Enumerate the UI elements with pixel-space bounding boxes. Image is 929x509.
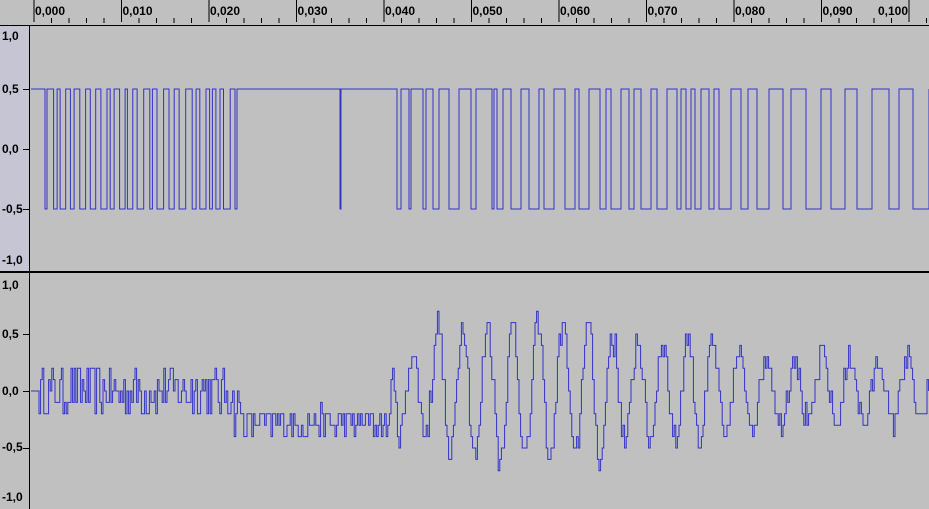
- waveform-line: [31, 88, 929, 210]
- scale-label-min: -1,0: [2, 490, 23, 504]
- ruler-tick-label: 0,050: [473, 4, 503, 18]
- ruler-tick-label: 0,080: [735, 4, 765, 18]
- waveform: [31, 310, 929, 472]
- waveform-area[interactable]: [31, 26, 929, 271]
- waveform-line: [31, 310, 929, 472]
- scale-label-neg-half: -0,5: [2, 202, 23, 216]
- waveform: [31, 88, 929, 210]
- timeline-ruler[interactable]: 0,000 0,010 0,020 0,030 0,040 0,050 0,060 0,070…: [0, 0, 929, 26]
- scale-label-neg-half: -0,5: [2, 440, 23, 454]
- scale-label-zero: 0,0: [2, 142, 19, 156]
- scale-label-max: 1,0: [2, 29, 19, 43]
- scale-tick: [23, 334, 29, 335]
- scale-label-zero: 0,0: [2, 384, 19, 398]
- ruler-tick-label: 0,020: [210, 4, 240, 18]
- scale-tick: [23, 448, 29, 449]
- ruler-tick-label: 0,030: [298, 4, 328, 18]
- ruler-tick-label: 0,100: [878, 4, 908, 18]
- scale-tick: [23, 209, 29, 210]
- timeline-ruler-graphic: 0,000 0,010 0,020 0,030 0,040 0,050 0,060 0,070…: [33, 0, 927, 23]
- audio-track-2[interactable]: 1,0 0,5 0,0 -0,5 -1,0: [0, 273, 929, 509]
- scale-label-half: 0,5: [2, 327, 19, 341]
- audio-track-1[interactable]: 1,0 0,5 0,0 -0,5 -1,0: [0, 26, 929, 271]
- amplitude-ruler: 1,0 0,5 0,0 -0,5 -1,0: [0, 26, 30, 271]
- scale-label-min: -1,0: [2, 253, 23, 267]
- ruler-tick-label: 0,090: [823, 4, 853, 18]
- ruler-tick-label: 0,040: [385, 4, 415, 18]
- scale-tick: [23, 149, 29, 150]
- waveform-area[interactable]: [31, 273, 929, 509]
- amplitude-ruler: 1,0 0,5 0,0 -0,5 -1,0: [0, 273, 30, 509]
- audio-editor: 0,000 0,010 0,020 0,030 0,040 0,050 0,060 0,070…: [0, 0, 929, 509]
- scale-tick: [23, 89, 29, 90]
- scale-tick: [23, 391, 29, 392]
- scale-label-max: 1,0: [2, 278, 19, 292]
- ruler-tick-label: 0,010: [123, 4, 153, 18]
- ruler-tick-label: 0,000: [35, 4, 65, 18]
- scale-label-half: 0,5: [2, 82, 19, 96]
- ruler-tick-label: 0,060: [560, 4, 590, 18]
- ruler-tick-label: 0,070: [648, 4, 678, 18]
